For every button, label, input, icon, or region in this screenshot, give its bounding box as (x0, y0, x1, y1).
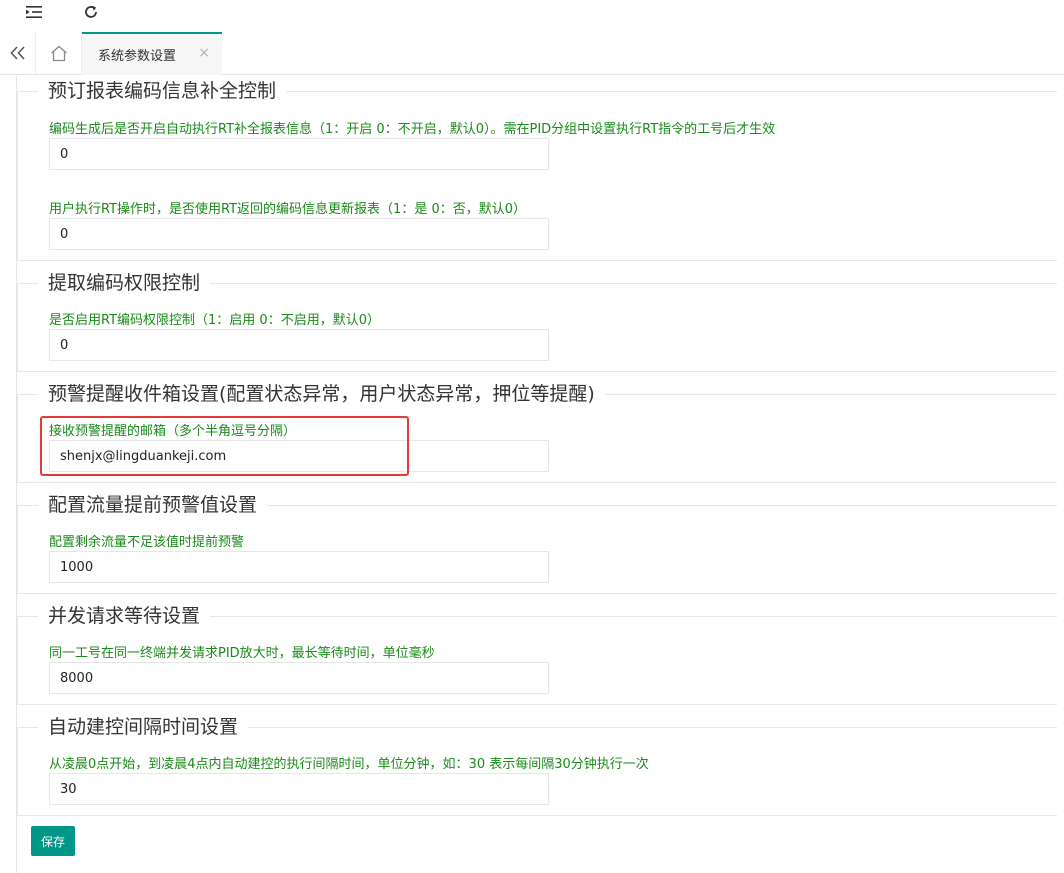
group-title: 配置流量提前预警值设置 (48, 494, 258, 516)
group-title: 预订报表编码信息补全控制 (48, 80, 277, 102)
alert-email-input[interactable] (49, 440, 549, 472)
double-chevron-left-icon[interactable] (0, 32, 36, 74)
field-label: 配置剩余流量不足该值时提前预警 (49, 535, 245, 550)
traffic-threshold-input[interactable] (49, 551, 549, 583)
field-label: 是否启用RT编码权限控制（1：启用 0：不启用，默认0） (49, 313, 380, 328)
field-label: 同一工号在同一终端并发请求PID放大时，最长等待时间，单位毫秒 (49, 646, 435, 661)
group-title: 并发请求等待设置 (48, 605, 201, 627)
field-label: 用户执行RT操作时，是否使用RT返回的编码信息更新报表（1：是 0：否，默认0） (49, 202, 527, 217)
refresh-icon[interactable] (79, 0, 103, 24)
home-icon[interactable] (36, 32, 82, 74)
group-title: 预警提醒收件箱设置(配置状态异常，用户状态异常，押位等提醒) (48, 383, 595, 405)
field-label: 编码生成后是否开启自动执行RT补全报表信息（1：开启 0：不开启，默认0）。需在… (49, 122, 776, 137)
tab-system-settings[interactable]: 系统参数设置 × (82, 32, 222, 75)
rt-update-report-input[interactable] (49, 218, 549, 250)
group-title: 自动建控间隔时间设置 (48, 716, 239, 738)
concurrent-wait-input[interactable] (49, 662, 549, 694)
rt-permission-input[interactable] (49, 329, 549, 361)
save-button[interactable]: 保存 (31, 826, 75, 856)
menu-fold-icon[interactable] (22, 0, 46, 24)
close-icon[interactable]: × (198, 45, 210, 61)
tab-bar: 系统参数设置 × (0, 32, 1064, 75)
top-header (0, 0, 1064, 32)
tab-label: 系统参数设置 (98, 49, 177, 64)
rt-autofill-input[interactable] (49, 138, 549, 170)
auto-control-interval-input[interactable] (49, 773, 549, 805)
field-label: 从凌晨0点开始，到凌晨4点内自动建控的执行间隔时间，单位分钟，如：30 表示每间… (49, 757, 649, 772)
group-title: 提取编码权限控制 (48, 272, 201, 294)
field-label: 接收预警提醒的邮箱（多个半角逗号分隔） (49, 424, 297, 439)
